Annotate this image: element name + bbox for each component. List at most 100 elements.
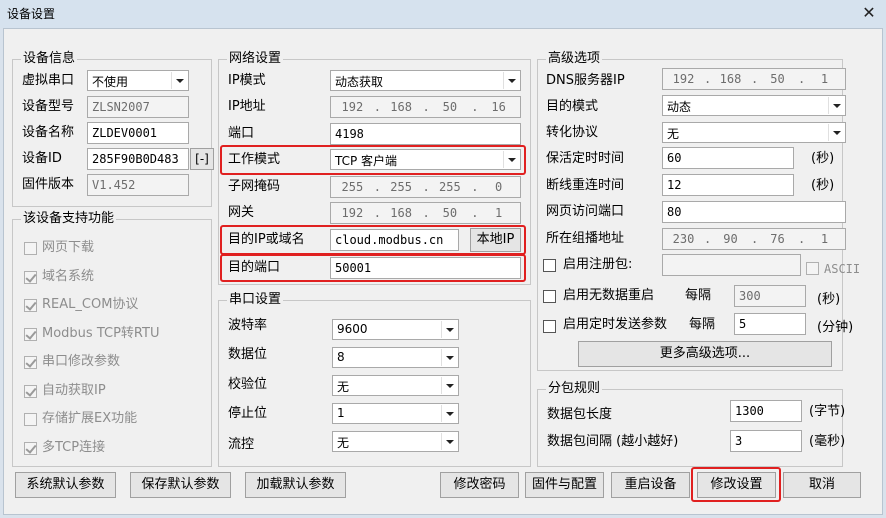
gateway-label: 网关 [228, 205, 255, 220]
flow-select[interactable]: 无 [332, 431, 459, 452]
timed-every-label: 每隔 [689, 317, 716, 332]
multicast-octet: 76 [770, 232, 785, 246]
ip-mode-select[interactable]: 动态获取 [330, 70, 521, 91]
dialog-body: 设备信息 虚拟串口 不使用 设备型号 ZLSN2007 设备名称 ZLDEV00… [3, 28, 883, 515]
keepalive-field[interactable]: 60 [662, 147, 794, 169]
nodata-checkbox[interactable] [543, 290, 556, 303]
parity-select[interactable]: 无 [332, 375, 459, 396]
gateway-field: 192. 168. 50. 1 [330, 202, 521, 224]
packet-interval-field[interactable]: 3 [730, 430, 802, 452]
multicast-field: 230. 90. 76. 1 [662, 228, 846, 250]
parity-value: 无 [337, 380, 350, 394]
highlight-dest-ip [220, 225, 526, 255]
nodata-unit: (秒) [817, 292, 841, 307]
load-default-button[interactable]: 加载默认参数 [245, 472, 346, 498]
flow-label: 流控 [228, 437, 255, 452]
packet-length-field[interactable]: 1300 [730, 400, 802, 422]
feature-label: 网页下载 [42, 240, 95, 255]
virtual-port-label: 虚拟串口 [22, 73, 75, 88]
dest-mode-label: 目的模式 [546, 99, 599, 114]
port-label: 端口 [228, 126, 255, 141]
nodata-every-label: 每隔 [685, 288, 712, 303]
device-id-field: 285F90B0D483 [87, 148, 189, 170]
protocol-select[interactable]: 无 [662, 122, 846, 143]
ip-octet: 168 [390, 100, 412, 114]
subnet-mask-field: 255. 255. 255. 0 [330, 176, 521, 198]
feature-checkbox[interactable] [24, 299, 37, 312]
ip-mode-label: IP模式 [228, 73, 266, 88]
nodata-label: 启用无数据重启 [563, 288, 655, 303]
feature-checkbox[interactable] [24, 356, 37, 369]
data-bits-select[interactable]: 8 [332, 347, 459, 368]
reconnect-label: 断线重连时间 [546, 178, 625, 193]
timed-field[interactable]: 5 [734, 313, 806, 335]
restart-device-button[interactable]: 重启设备 [611, 472, 690, 498]
nodata-field: 300 [734, 285, 806, 307]
dns-octet: 168 [719, 72, 742, 86]
feature-checkbox[interactable] [24, 270, 37, 284]
chevron-down-icon [441, 433, 457, 450]
gateway-octet: 168 [390, 206, 412, 220]
stop-bits-label: 停止位 [228, 406, 268, 421]
multicast-octet: 230 [672, 232, 695, 246]
feature-checkbox[interactable] [24, 384, 37, 398]
feature-checkbox[interactable] [24, 242, 37, 255]
feature-checkbox[interactable] [24, 413, 37, 426]
reconnect-field[interactable]: 12 [662, 174, 794, 196]
system-default-button[interactable]: 系统默认参数 [15, 472, 116, 498]
web-port-field[interactable]: 80 [662, 201, 846, 223]
close-icon[interactable]: ✕ [858, 4, 880, 24]
firmware-field: V1.452 [87, 174, 189, 196]
stop-bits-value: 1 [337, 406, 345, 420]
packet-interval-label: 数据包间隔 (越小越好) [547, 434, 679, 449]
features-legend: 该设备支持功能 [21, 211, 117, 227]
timed-checkbox[interactable] [543, 320, 556, 333]
model-label: 设备型号 [22, 99, 75, 114]
register-field [662, 254, 801, 276]
baud-select[interactable]: 9600 [332, 319, 459, 340]
port-field[interactable]: 4198 [330, 123, 521, 145]
device-id-toggle-button[interactable]: [-] [190, 148, 214, 170]
ip-mode-value: 动态获取 [335, 75, 384, 89]
feature-checkbox[interactable] [24, 327, 37, 341]
ip-address-field: 192. 168. 50. 16 [330, 96, 521, 118]
feature-checkbox[interactable] [24, 441, 37, 455]
ip-octet: 50 [442, 100, 458, 114]
cancel-button[interactable]: 取消 [783, 472, 861, 498]
dns-label: DNS服务器IP [546, 73, 625, 88]
highlight-apply [691, 467, 781, 502]
ip-octet: 192 [341, 100, 364, 114]
features-group: 该设备支持功能 [12, 211, 212, 467]
register-checkbox[interactable] [543, 259, 556, 272]
device-name-field[interactable]: ZLDEV0001 [87, 122, 189, 144]
keepalive-label: 保活定时时间 [546, 151, 625, 166]
more-advanced-button[interactable]: 更多高级选项... [578, 341, 832, 367]
device-info-legend: 设备信息 [21, 51, 78, 67]
parity-label: 校验位 [228, 377, 268, 392]
ascii-checkbox[interactable] [806, 262, 819, 275]
mask-octet: 255 [439, 180, 461, 194]
mask-octet: 255 [390, 180, 412, 194]
timed-unit: (分钟) [817, 320, 854, 335]
serial-legend: 串口设置 [227, 292, 284, 308]
window-title: 设备设置 [7, 7, 56, 21]
chevron-down-icon [171, 72, 187, 89]
change-password-button[interactable]: 修改密码 [440, 472, 519, 498]
reconnect-unit: (秒) [811, 178, 835, 193]
stop-bits-select[interactable]: 1 [332, 403, 459, 424]
mask-octet: 255 [341, 180, 364, 194]
register-label: 启用注册包: [563, 257, 633, 272]
virtual-port-select[interactable]: 不使用 [87, 70, 189, 91]
baud-value: 9600 [337, 322, 368, 336]
firmware-config-button[interactable]: 固件与配置 [525, 472, 604, 498]
mask-octet: 0 [495, 180, 503, 194]
gateway-octet: 50 [442, 206, 458, 220]
packet-interval-unit: (毫秒) [809, 434, 846, 449]
gateway-octet: 192 [341, 206, 364, 220]
feature-label: 多TCP连接 [42, 439, 106, 455]
chevron-down-icon [828, 97, 844, 114]
device-name-label: 设备名称 [22, 125, 75, 140]
data-bits-value: 8 [337, 350, 345, 364]
save-default-button[interactable]: 保存默认参数 [130, 472, 231, 498]
dest-mode-select[interactable]: 动态 [662, 95, 846, 116]
